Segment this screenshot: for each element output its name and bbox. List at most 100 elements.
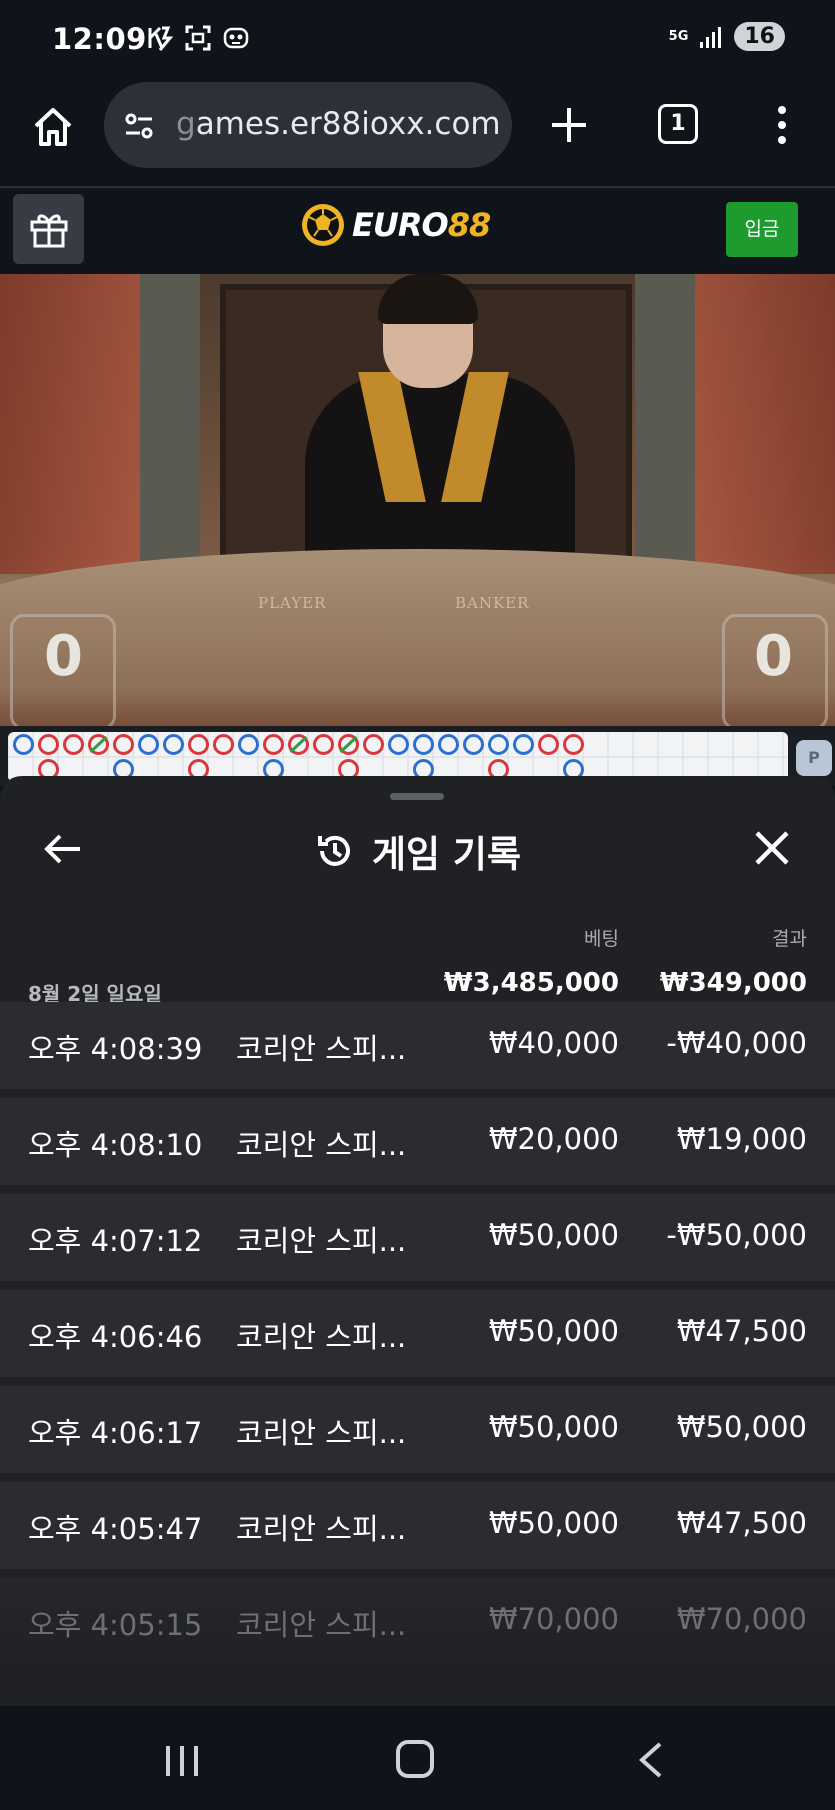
bead-road-mark xyxy=(488,734,509,755)
row-bet: ₩20,000 xyxy=(488,1122,619,1156)
row-game: 코리안 스피... xyxy=(236,1512,407,1546)
bead-road-mark xyxy=(213,734,234,755)
network-type: 5G xyxy=(668,28,689,44)
bead-road-mark xyxy=(113,734,134,755)
home-nav-button[interactable] xyxy=(396,1740,434,1778)
back-nav-icon[interactable] xyxy=(636,1740,664,1780)
bead-road-mark xyxy=(138,734,159,755)
dealer-body xyxy=(305,374,575,574)
bead-road-mark xyxy=(188,734,209,755)
row-bet: ₩40,000 xyxy=(488,1026,619,1060)
video-column-right xyxy=(635,274,695,574)
address-bar[interactable]: games.er88ioxx.com xyxy=(104,82,512,168)
site-logo[interactable]: EURO88 xyxy=(300,202,491,248)
row-bet: ₩50,000 xyxy=(488,1410,619,1444)
history-row[interactable]: 오후 4:06:46 코리안 스피... ₩50,000 ₩47,500 xyxy=(0,1290,835,1377)
url-text: games.er88ioxx.com xyxy=(176,106,501,142)
row-result: ₩19,000 xyxy=(676,1122,807,1156)
row-time: 오후 4:08:10 xyxy=(28,1128,203,1162)
banker-score: 0 xyxy=(754,624,793,689)
signal-icon xyxy=(700,26,722,48)
live-dealer-video: PLAYER BANKER 0 0 xyxy=(0,274,835,726)
site-settings-icon[interactable] xyxy=(122,109,156,143)
bead-road-mark xyxy=(413,734,434,755)
logo-text: EURO xyxy=(352,206,449,244)
bead-road-mark xyxy=(513,734,534,755)
bead-road-mark xyxy=(313,734,334,755)
bead-road-mark xyxy=(13,734,34,755)
history-icon xyxy=(317,835,350,866)
bead-road-mark xyxy=(538,734,559,755)
bead-road-mark xyxy=(38,734,59,755)
recent-apps-icon[interactable] xyxy=(164,1744,200,1778)
close-icon[interactable] xyxy=(752,828,792,868)
new-tab-icon[interactable] xyxy=(546,102,592,148)
row-bet: ₩50,000 xyxy=(488,1218,619,1252)
sheet-title: 게임 기록 xyxy=(371,833,522,876)
bead-road[interactable] xyxy=(8,732,788,782)
row-game: 코리안 스피... xyxy=(236,1416,407,1450)
history-row[interactable]: 오후 4:06:17 코리안 스피... ₩50,000 ₩50,000 xyxy=(0,1386,835,1473)
row-game: 코리안 스피... xyxy=(236,1320,407,1354)
tab-switcher-button[interactable]: 1 xyxy=(658,104,698,144)
row-result: -₩50,000 xyxy=(666,1218,807,1252)
history-row[interactable]: 오후 4:05:15 코리안 스피... ₩70,000 ₩70,000 xyxy=(0,1578,835,1665)
bead-road-grid xyxy=(8,732,788,782)
tip-lightning-icon xyxy=(148,26,174,51)
bead-road-mark xyxy=(163,734,184,755)
row-time: 오후 4:05:15 xyxy=(28,1608,203,1642)
side-badge[interactable]: P xyxy=(796,740,832,776)
row-bet: ₩50,000 xyxy=(488,1314,619,1348)
row-result: ₩70,000 xyxy=(676,1602,807,1636)
sheet-header: 게임 기록 xyxy=(0,824,835,878)
row-result: -₩40,000 xyxy=(666,1026,807,1060)
video-wall-left xyxy=(0,274,140,574)
game-history-sheet: 게임 기록 베팅 결과 8월 2일 일요일 ₩3,485,000 ₩349,00… xyxy=(0,776,835,1706)
bead-road-mark xyxy=(463,734,484,755)
drag-handle[interactable] xyxy=(390,793,444,800)
status-time: 12:09 xyxy=(52,22,147,56)
bead-road-mark xyxy=(63,734,84,755)
baccarat-table xyxy=(0,549,835,726)
bead-road-mark xyxy=(388,734,409,755)
home-icon[interactable] xyxy=(28,102,78,152)
total-result: ₩349,000 xyxy=(659,968,807,998)
row-result: ₩47,500 xyxy=(676,1314,807,1348)
column-header-bet: 베팅 xyxy=(584,928,619,950)
row-time: 오후 4:06:46 xyxy=(28,1320,203,1354)
mascot-icon xyxy=(223,27,249,49)
bead-road-mark xyxy=(263,734,284,755)
player-felt-label: PLAYER xyxy=(258,594,327,612)
video-column-left xyxy=(140,274,200,574)
gift-icon xyxy=(30,214,68,248)
history-row[interactable]: 오후 4:08:39 코리안 스피... ₩40,000 -₩40,000 xyxy=(0,1002,835,1089)
bead-road-mark xyxy=(563,734,584,755)
row-bet: ₩50,000 xyxy=(488,1506,619,1540)
row-time: 오후 4:08:39 xyxy=(28,1032,203,1066)
bead-road-mark xyxy=(238,734,259,755)
player-score: 0 xyxy=(44,624,83,689)
dealer-hair xyxy=(378,274,478,324)
history-row[interactable]: 오후 4:08:10 코리안 스피... ₩20,000 ₩19,000 xyxy=(0,1098,835,1185)
battery-level: 16 xyxy=(734,22,785,51)
browser-toolbar: games.er88ioxx.com 1 xyxy=(0,80,835,188)
screenshot-icon xyxy=(185,25,211,51)
bead-road-mark xyxy=(438,734,459,755)
row-result: ₩47,500 xyxy=(676,1506,807,1540)
history-row[interactable]: 오후 4:05:47 코리안 스피... ₩50,000 ₩47,500 xyxy=(0,1482,835,1569)
history-row[interactable]: 오후 4:07:12 코리안 스피... ₩50,000 -₩50,000 xyxy=(0,1194,835,1281)
row-time: 오후 4:06:17 xyxy=(28,1416,203,1450)
column-header-result: 결과 xyxy=(772,928,807,950)
more-menu-icon[interactable] xyxy=(770,102,794,148)
row-game: 코리안 스피... xyxy=(236,1128,407,1162)
total-bet: ₩3,485,000 xyxy=(443,968,619,998)
banker-felt-label: BANKER xyxy=(455,594,530,612)
deposit-button[interactable]: 입금 xyxy=(726,202,798,257)
video-wall-right xyxy=(695,274,835,574)
row-game: 코리안 스피... xyxy=(236,1608,407,1642)
gift-button[interactable] xyxy=(13,194,84,264)
system-nav-bar xyxy=(0,1706,835,1810)
site-header: EURO88 입금 xyxy=(0,188,835,274)
row-game: 코리안 스피... xyxy=(236,1224,407,1258)
row-bet: ₩70,000 xyxy=(488,1602,619,1636)
